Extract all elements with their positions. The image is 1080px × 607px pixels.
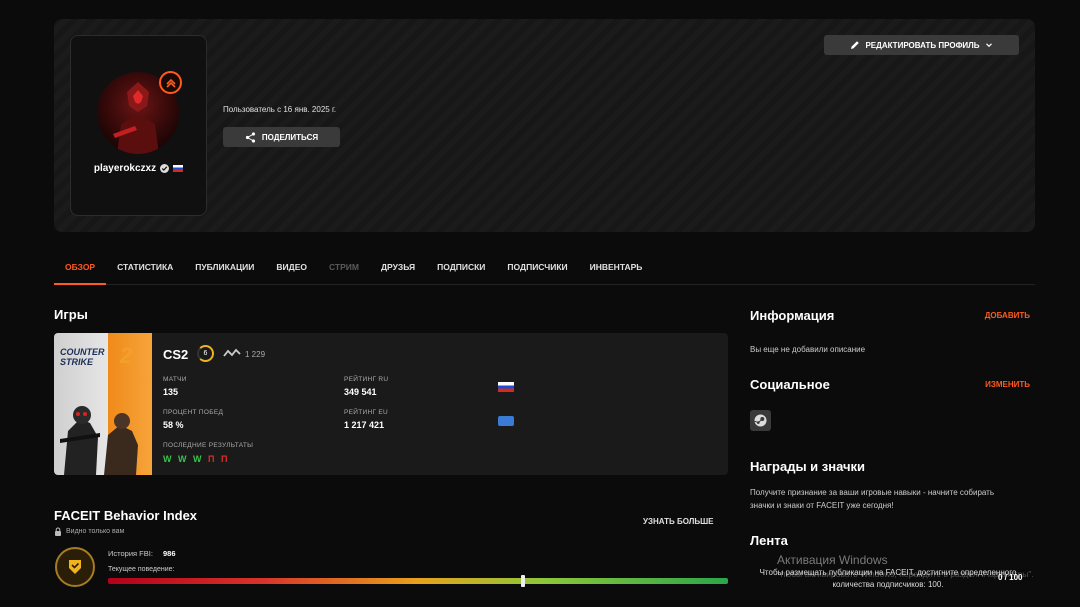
game-name: CS2: [163, 347, 189, 362]
pencil-icon: [851, 41, 860, 49]
learn-more-link[interactable]: УЗНАТЬ БОЛЬШЕ: [643, 517, 714, 526]
share-icon: [245, 131, 255, 143]
winrate-label: ПРОЦЕНТ ПОБЕД: [163, 409, 224, 416]
awards-heading: Награды и значки: [750, 459, 866, 474]
fbi-history-label: История FBI:: [108, 549, 153, 558]
tab-friends[interactable]: ДРУЗЬЯ: [370, 262, 426, 276]
elo-value: 1 229: [245, 350, 266, 359]
cs2-logo-number: 2: [120, 343, 133, 368]
recent-results-label: ПОСЛЕДНИЕ РЕЗУЛЬТАТЫ: [163, 442, 254, 449]
chevron-down-icon: [985, 43, 992, 48]
cs2-logo: COUNTER STRIKE: [60, 347, 105, 367]
matches-value: 135: [163, 387, 179, 397]
profile-tabs: ОБЗОР СТАТИСТИКА ПУБЛИКАЦИИ ВИДЕО СТРИМ …: [54, 262, 1035, 285]
awards-text: Получите признание за ваши игровые навык…: [750, 488, 995, 510]
result-item: W: [163, 454, 174, 464]
behavior-marker: [521, 575, 526, 587]
cs2-game-card[interactable]: COUNTER STRIKE 2: [54, 333, 728, 475]
cs2-cover-art: COUNTER STRIKE 2: [54, 333, 152, 475]
elo-icon: [223, 348, 241, 357]
tab-followers[interactable]: ПОДПИСЧИКИ: [496, 262, 578, 276]
recent-results: W W W П П: [163, 454, 230, 464]
result-item: W: [178, 454, 189, 464]
feed-text: Чтобы размещать публикации на FACEIT, до…: [759, 568, 1017, 589]
rank-eu-label: РЕЙТИНГ EU: [344, 409, 389, 416]
rank-eu-value: 1 217 421: [344, 420, 385, 430]
tab-overview[interactable]: ОБЗОР: [54, 262, 107, 285]
tab-inventory[interactable]: ИНВЕНТАРЬ: [579, 262, 654, 276]
games-heading: Игры: [54, 307, 88, 322]
fbi-history-value: 986: [163, 549, 176, 558]
skill-level-icon: 6: [197, 345, 214, 362]
steam-icon: [754, 414, 767, 427]
feed-heading: Лента: [750, 533, 788, 548]
edit-profile-label: РЕДАКТИРОВАТЬ ПРОФИЛЬ: [865, 40, 980, 50]
edit-profile-button[interactable]: РЕДАКТИРОВАТЬ ПРОФИЛЬ: [824, 35, 1019, 55]
edit-social-button[interactable]: ИЗМЕНИТЬ: [960, 380, 1030, 389]
member-since: Пользователь с 16 янв. 2025 г.: [223, 105, 337, 114]
matches-label: МАТЧИ: [163, 376, 187, 383]
fbi-badge-icon: [55, 547, 95, 587]
info-heading: Информация: [750, 308, 835, 323]
tab-statistics[interactable]: СТАТИСТИКА: [106, 262, 184, 276]
russia-flag-icon: [173, 165, 184, 172]
tab-video[interactable]: ВИДЕО: [265, 262, 318, 276]
steam-link[interactable]: [750, 410, 771, 431]
behavior-bar: [108, 578, 728, 584]
lock-icon: [55, 527, 61, 536]
username: playerokczxz: [93, 163, 157, 174]
visibility-note: Видно только вам: [54, 527, 124, 536]
username-row: playerokczxz: [70, 163, 207, 174]
result-item: П: [221, 454, 230, 464]
feed-count: 0 / 100: [998, 573, 1023, 582]
share-button[interactable]: ПОДЕЛИТЬСЯ: [223, 127, 340, 147]
rank-ru-label: РЕЙТИНГ RU: [344, 376, 389, 383]
level-badge-icon: [159, 71, 182, 94]
tab-stream[interactable]: СТРИМ: [318, 262, 370, 276]
add-info-button[interactable]: ДОБАВИТЬ: [960, 311, 1030, 320]
result-item: W: [193, 454, 204, 464]
rank-ru-value: 349 541: [344, 387, 377, 397]
fbi-current-label: Текущее поведение:: [108, 566, 175, 573]
fbi-heading: FACEIT Behavior Index: [54, 508, 198, 523]
tab-publications[interactable]: ПУБЛИКАЦИИ: [184, 262, 265, 276]
verified-icon: [160, 164, 170, 173]
social-heading: Социальное: [750, 377, 830, 392]
info-text: Вы еще не добавили описание: [750, 345, 866, 354]
soldiers-illustration: [60, 406, 138, 475]
result-item: П: [208, 454, 217, 464]
eu-flag-icon: [498, 416, 514, 426]
windows-activation-title: Активация Windows: [777, 553, 888, 567]
russia-flag-icon: [498, 382, 514, 392]
winrate-value: 58 %: [163, 420, 184, 430]
tab-subscriptions[interactable]: ПОДПИСКИ: [426, 262, 496, 276]
share-button-label: ПОДЕЛИТЬСЯ: [261, 132, 319, 142]
